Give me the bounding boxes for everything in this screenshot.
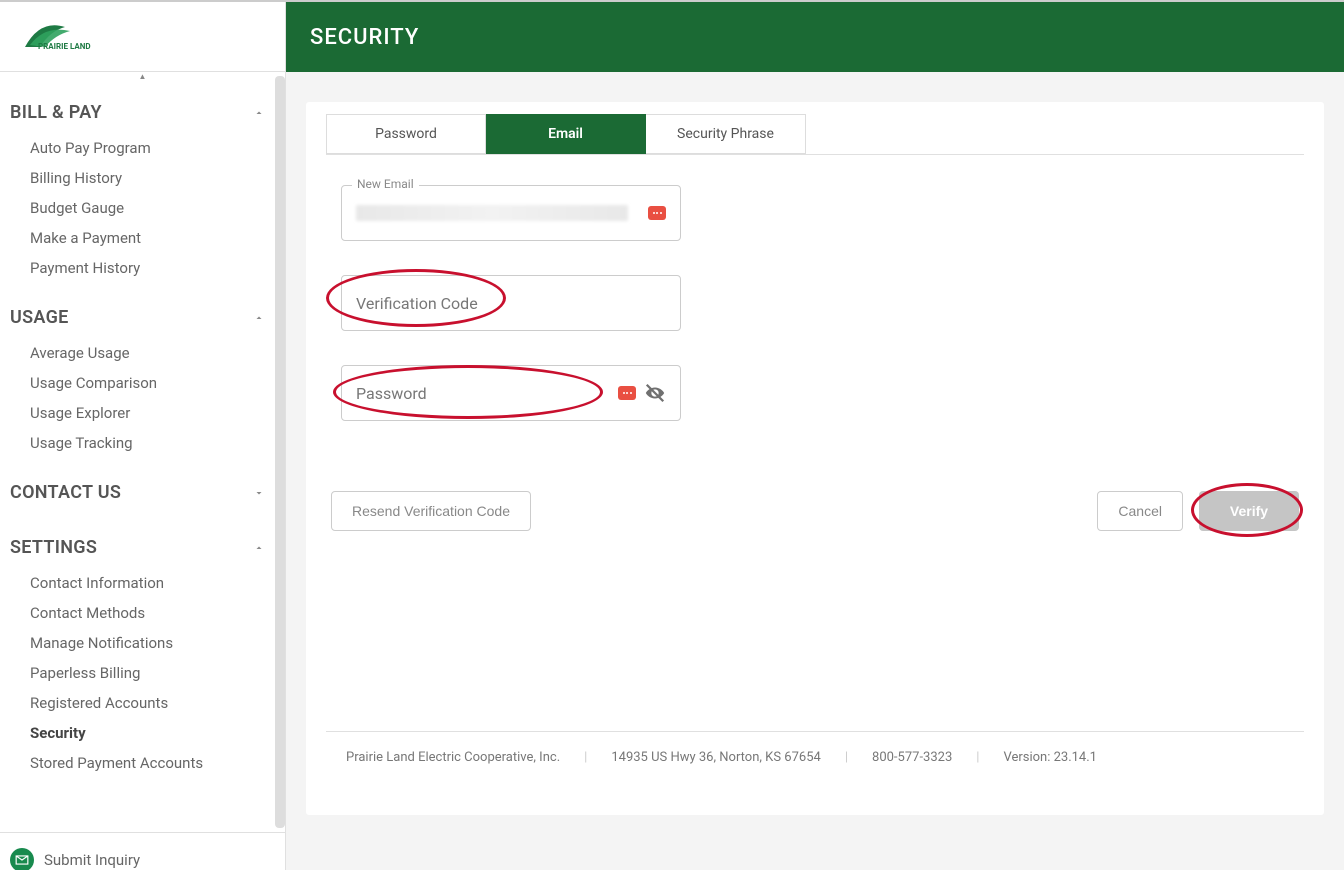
password-manager-badge-icon[interactable] (618, 386, 636, 400)
cancel-button[interactable]: Cancel (1097, 491, 1183, 531)
nav-header-title: USAGE (10, 307, 69, 328)
chevron-up-icon (253, 312, 265, 324)
footer-version: Version: 23.14.1 (1003, 750, 1097, 765)
nav-header-title: BILL & PAY (10, 102, 102, 123)
chevron-up-icon (253, 107, 265, 119)
nav-item-paperless-billing[interactable]: Paperless Billing (10, 658, 275, 688)
footer-company: Prairie Land Electric Cooperative, Inc. (346, 750, 560, 765)
nav-item-contact-information[interactable]: Contact Information (10, 568, 275, 598)
nav-item-average-usage[interactable]: Average Usage (10, 338, 275, 368)
verify-button[interactable]: Verify (1199, 491, 1299, 531)
verification-code-field-wrap: Verification Code (341, 275, 681, 331)
separator: | (584, 750, 587, 765)
new-email-input[interactable]: New Email (341, 185, 681, 241)
nav-header-settings[interactable]: SETTINGS (10, 527, 275, 568)
security-tabs: Password Email Security Phrase (326, 114, 1304, 155)
email-icon (10, 848, 34, 870)
nav-item-stored-payment-accounts[interactable]: Stored Payment Accounts (10, 748, 275, 778)
footer-address: 14935 US Hwy 36, Norton, KS 67654 (611, 750, 821, 765)
password-input[interactable]: Password (341, 365, 681, 421)
separator: | (845, 750, 848, 765)
new-email-label: New Email (352, 177, 419, 191)
main-content: SECURITY Password Email Security Phrase … (286, 2, 1344, 870)
nav-item-usage-explorer[interactable]: Usage Explorer (10, 398, 275, 428)
nav-header-usage[interactable]: USAGE (10, 297, 275, 338)
chevron-down-icon (253, 487, 265, 499)
logo-area: PRAIRIE LAND (0, 2, 285, 72)
password-label: Password (356, 384, 618, 403)
nav-scroll[interactable]: ▲ BILL & PAY Auto Pay Program Billing Hi… (0, 72, 285, 832)
nav-item-usage-comparison[interactable]: Usage Comparison (10, 368, 275, 398)
tab-password[interactable]: Password (326, 114, 486, 154)
new-email-field-wrap: New Email (341, 185, 681, 241)
footer-phone: 800-577-3323 (872, 750, 952, 765)
chevron-up-icon (253, 542, 265, 554)
redacted-email-value (356, 205, 628, 221)
nav-header-title: SETTINGS (10, 537, 97, 558)
nav-header-contact-us[interactable]: CONTACT US (10, 472, 275, 513)
nav-item-manage-notifications[interactable]: Manage Notifications (10, 628, 275, 658)
nav-item-budget-gauge[interactable]: Budget Gauge (10, 193, 275, 223)
password-manager-badge-icon[interactable] (648, 206, 666, 220)
nav-item-billing-history[interactable]: Billing History (10, 163, 275, 193)
scrollbar-track[interactable] (275, 76, 285, 828)
security-card: Password Email Security Phrase New Email (306, 102, 1324, 815)
nav-item-payment-history[interactable]: Payment History (10, 253, 275, 283)
page-header: SECURITY (286, 2, 1344, 72)
sidebar: PRAIRIE LAND ▲ BILL & PAY Auto Pay Progr… (0, 2, 286, 870)
verification-code-input[interactable]: Verification Code (341, 275, 681, 331)
logo-text: PRAIRIE LAND (38, 42, 91, 51)
nav-item-auto-pay[interactable]: Auto Pay Program (10, 133, 275, 163)
resend-verification-button[interactable]: Resend Verification Code (331, 491, 531, 531)
nav-item-security[interactable]: Security (10, 718, 275, 748)
nav-item-contact-methods[interactable]: Contact Methods (10, 598, 275, 628)
logo-icon: PRAIRIE LAND (20, 17, 100, 57)
nav-item-usage-tracking[interactable]: Usage Tracking (10, 428, 275, 458)
tab-email[interactable]: Email (486, 114, 646, 154)
separator: | (976, 750, 979, 765)
visibility-off-icon[interactable] (644, 382, 666, 404)
nav-header-bill-pay[interactable]: BILL & PAY (10, 92, 275, 133)
submit-inquiry-label: Submit Inquiry (44, 851, 140, 869)
tab-security-phrase[interactable]: Security Phrase (646, 114, 806, 154)
nav-item-make-payment[interactable]: Make a Payment (10, 223, 275, 253)
nav-item-registered-accounts[interactable]: Registered Accounts (10, 688, 275, 718)
scroll-up-arrow-icon: ▲ (139, 72, 147, 81)
verification-code-label: Verification Code (356, 294, 478, 313)
page-title: SECURITY (310, 25, 419, 50)
footer: Prairie Land Electric Cooperative, Inc. … (326, 731, 1304, 775)
nav-header-title: CONTACT US (10, 482, 121, 503)
submit-inquiry-button[interactable]: Submit Inquiry (0, 832, 285, 870)
password-field-wrap: Password (341, 365, 681, 421)
